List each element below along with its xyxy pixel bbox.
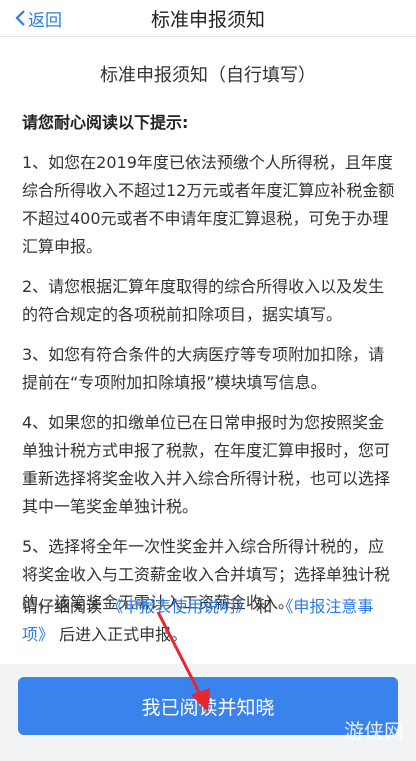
notice-item: 2、请您根据汇算年度取得的综合所得收入以及发生的符合规定的各项税前扣除项目，据实… bbox=[22, 277, 385, 324]
page-title: 标准申报须知 bbox=[150, 9, 265, 31]
notice-footer: 请仔细阅读 《申报表使用说明》 和 《申报注意事项》 后进入正式申报。 bbox=[22, 593, 396, 649]
notice-list: 1、如您在2019年度已依法预缴个人所得税，且年度综合所得收入不超过12万元或者… bbox=[22, 149, 396, 629]
nav-bar: 返回 标准申报须知 bbox=[0, 0, 416, 37]
footer-suffix: 后进入正式申报。 bbox=[59, 625, 188, 644]
notice-item: 1、如您在2019年度已依法预缴个人所得税，且年度综合所得收入不超过12万元或者… bbox=[22, 153, 395, 256]
notice-intro: 请您耐心阅读以下提示: bbox=[22, 113, 189, 132]
usage-guide-link[interactable]: 《申报表使用说明》 bbox=[107, 597, 251, 616]
footer-middle: 和 bbox=[256, 597, 273, 616]
notice-item: 3、如您有符合条件的大病医疗等专项附加扣除，请提前在“专项附加扣除填报”模块填写… bbox=[22, 345, 385, 392]
footer-prefix: 请仔细阅读 bbox=[22, 597, 103, 616]
notice-item: 4、如果您的扣缴单位已在日常申报时为您按照奖金单独计税方式申报了税款，在年度汇算… bbox=[22, 413, 391, 516]
watermark-logo: 游侠网 bbox=[344, 719, 404, 743]
notice-card: 标准申报须知（自行填写） 请您耐心阅读以下提示: 1、如您在2019年度已依法预… bbox=[0, 37, 416, 664]
notice-heading: 标准申报须知（自行填写） bbox=[100, 65, 316, 86]
acknowledge-button[interactable]: 我已阅读并知晓 bbox=[18, 677, 398, 735]
